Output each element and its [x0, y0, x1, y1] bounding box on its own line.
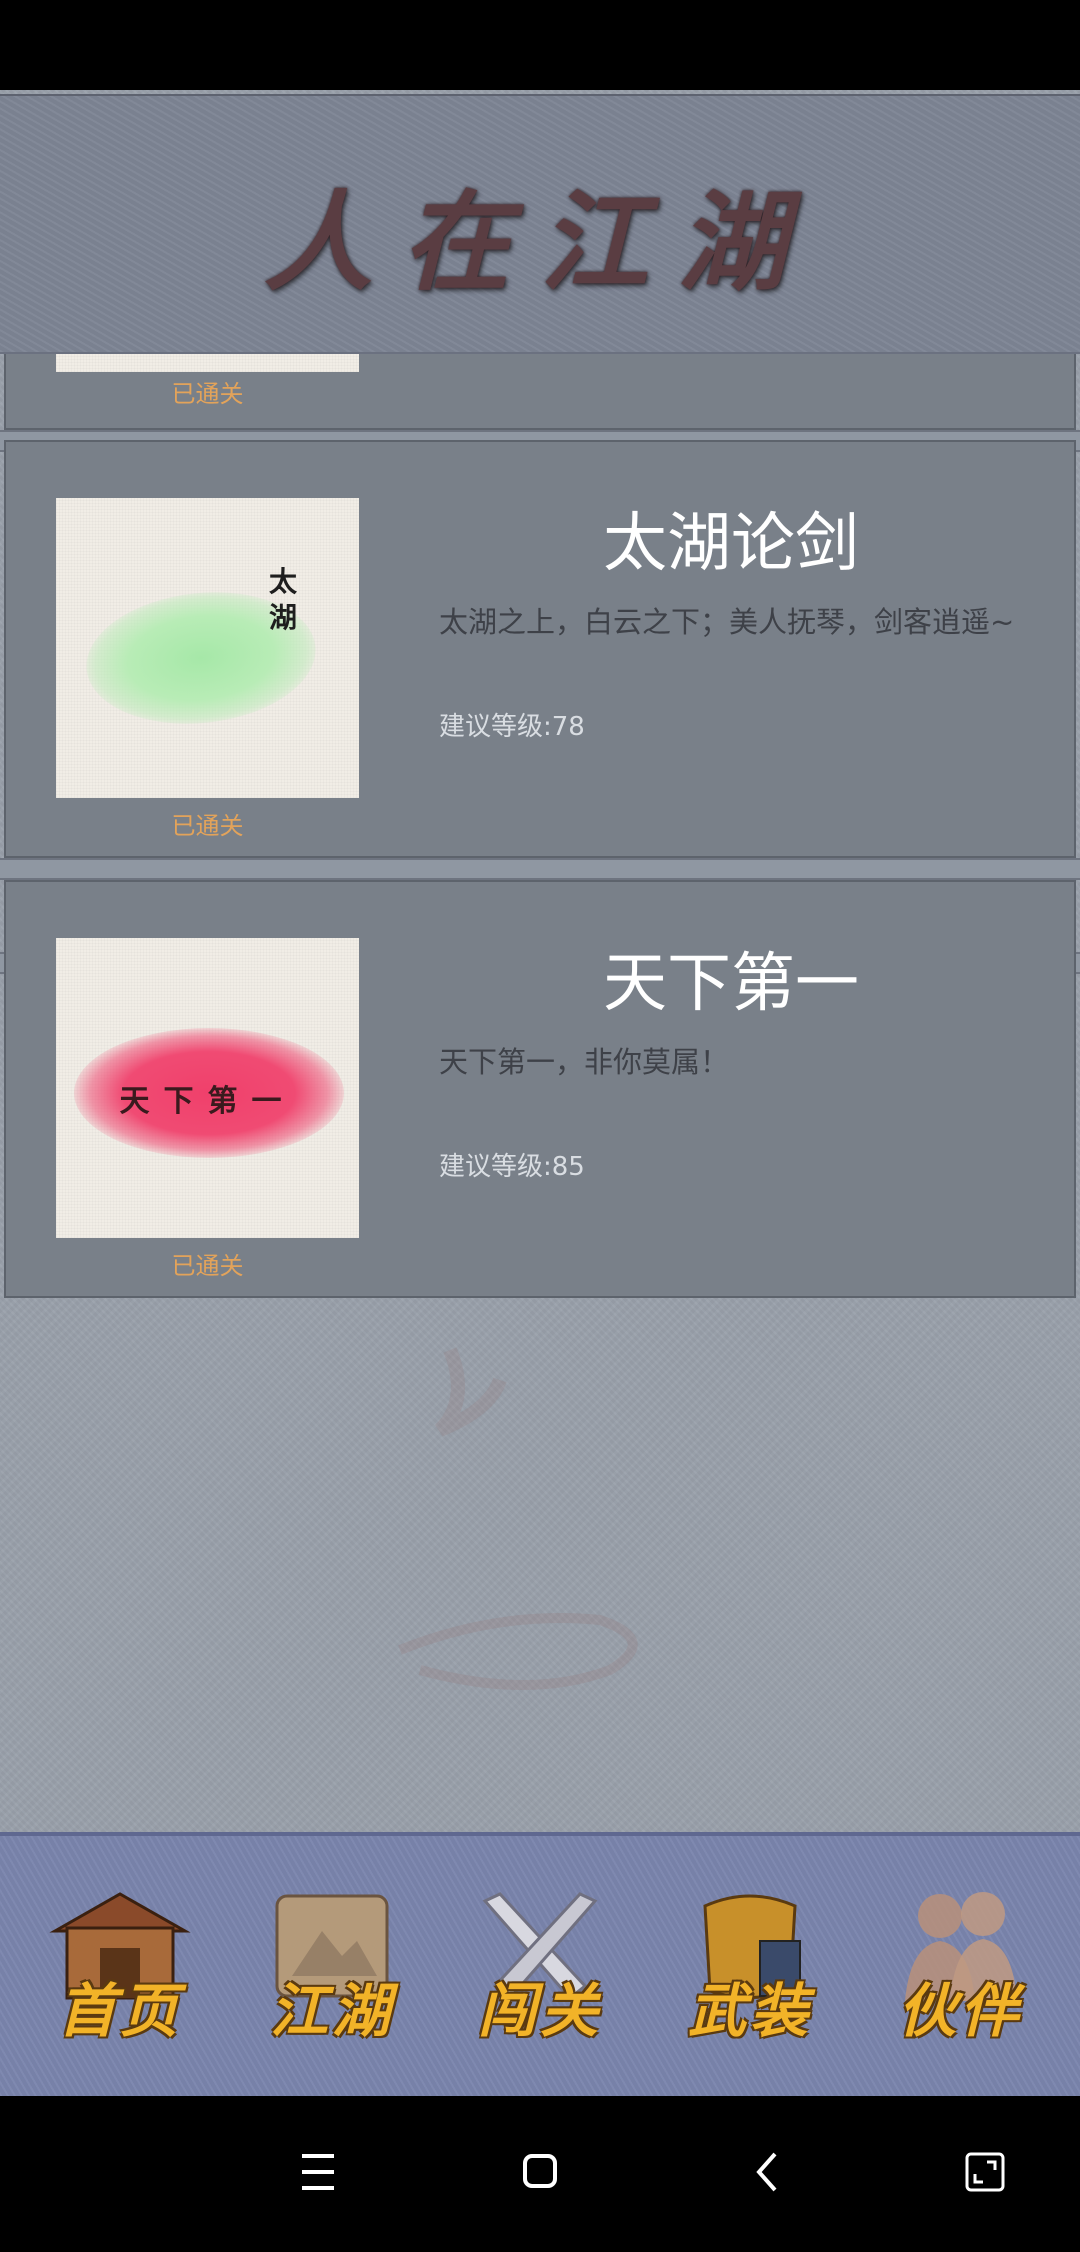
recommended-level: 建议等级:78: [439, 712, 585, 742]
nav-label: 伙伴: [897, 1977, 1022, 2045]
nav-label: 闯关: [477, 1977, 602, 2045]
app-screen: 已通关 太湖 已通关 太湖论剑 太湖之上，白云之下；美人抚琴，剑客逍遥~ 建议等…: [0, 90, 1080, 1832]
page-title: 人在江湖: [263, 180, 816, 306]
nav-label: 江湖: [269, 1977, 394, 2045]
resize-button[interactable]: [925, 2096, 1045, 2248]
background-watermark: [398, 1347, 638, 1690]
system-nav-bar: [0, 2096, 1080, 2248]
back-icon: [756, 2152, 777, 2192]
home-button[interactable]: [480, 2096, 600, 2248]
menu-button[interactable]: [257, 2096, 377, 2248]
nav-jianghu[interactable]: 江湖: [247, 1886, 417, 2056]
stage-status: 已通关: [171, 812, 244, 840]
stage-thumbnail: 太湖: [56, 498, 359, 798]
recommended-level: 建议等级:85: [439, 1152, 585, 1182]
stage-status: 已通关: [171, 380, 244, 408]
app-header: 人在江湖: [0, 94, 1080, 354]
stage-card-tianxia[interactable]: 天下第一 已通关 天下第一 天下第一，非你莫属！ 建议等级:85: [4, 880, 1076, 1298]
stage-title: 太湖论剑: [603, 507, 859, 581]
stage-card-taihu[interactable]: 太湖 已通关 太湖论剑 太湖之上，白云之下；美人抚琴，剑客逍遥~ 建议等级:78: [4, 440, 1076, 858]
stage-thumbnail: 天下第一: [56, 938, 359, 1238]
nav-huoban[interactable]: 伙伴: [875, 1886, 1045, 2056]
nav-home[interactable]: 首页: [35, 1886, 205, 2056]
back-button[interactable]: [707, 2096, 827, 2248]
nav-label: 武装: [687, 1977, 812, 2045]
nav-chuangguan[interactable]: 闯关: [455, 1886, 625, 2056]
stage-status: 已通关: [171, 1252, 244, 1280]
status-bar: [0, 0, 1080, 90]
thumbnail-text: 太湖: [269, 565, 298, 634]
stage-description: 太湖之上，白云之下；美人抚琴，剑客逍遥~: [439, 605, 1015, 639]
bottom-nav: 首页 江湖 闯关 武装 伙伴: [0, 1832, 1080, 2096]
resize-icon: [965, 2152, 1005, 2192]
divider: [0, 858, 1080, 880]
home-square-icon: [523, 2154, 557, 2188]
stage-title: 天下第一: [603, 947, 859, 1021]
stage-description: 天下第一，非你莫属！: [439, 1045, 730, 1079]
nav-wuzhuang[interactable]: 武装: [665, 1886, 835, 2056]
thumbnail-text: 天下第一: [119, 1084, 296, 1119]
nav-label: 首页: [57, 1977, 182, 2045]
menu-icon: [302, 2154, 334, 2190]
